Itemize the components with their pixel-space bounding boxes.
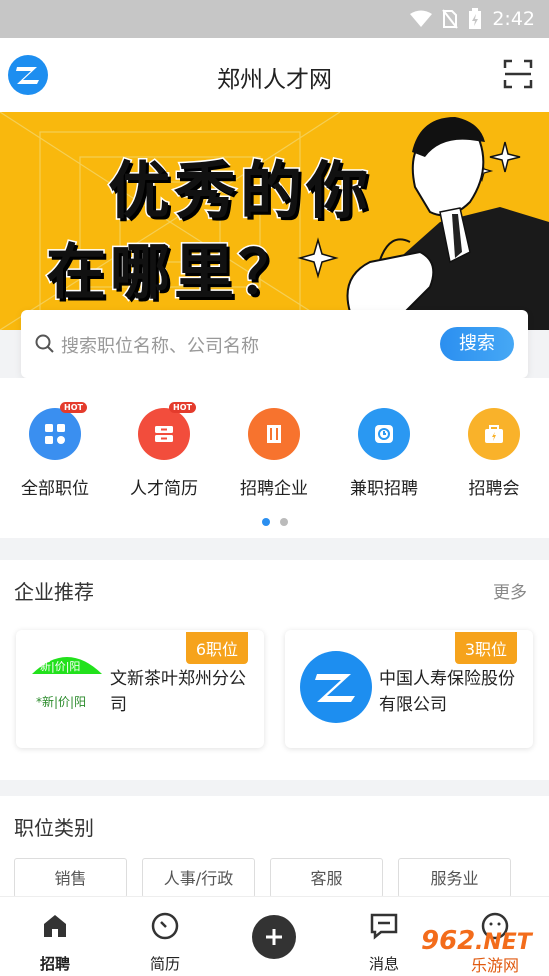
job-count-badge: 6职位 xyxy=(185,632,248,664)
menu-item-parttime[interactable]: 兼职招聘 xyxy=(329,408,439,499)
job-count-badge: 3职位 xyxy=(454,632,517,664)
building-icon xyxy=(248,408,300,460)
banner-headline-2: 在哪里？ xyxy=(45,237,302,310)
clock-icon xyxy=(358,408,410,460)
menu-item-label: 全部职位 xyxy=(21,479,89,499)
svg-text:*新|价|阳: *新|价|阳 xyxy=(36,694,86,709)
banner-headline-1: 优秀的你 xyxy=(106,153,373,229)
status-time: 2:42 xyxy=(492,8,535,30)
page-dot xyxy=(279,518,288,526)
svg-text:新|价|阳: 新|价|阳 xyxy=(40,659,80,673)
watermark-logo: 962 .NET 乐游网 xyxy=(421,926,534,975)
page-indicator xyxy=(0,518,549,526)
scan-icon[interactable] xyxy=(503,59,533,89)
promo-banner[interactable]: 优秀的你 在哪里？ xyxy=(0,112,549,330)
hot-badge: HOT xyxy=(60,402,87,413)
businessman-illustration xyxy=(346,117,549,330)
menu-item-all-jobs[interactable]: HOT 全部职位 xyxy=(0,402,110,499)
status-bar: 2:42 xyxy=(0,0,549,38)
company-section: 企业推荐 更多 新|价|阳 *新|价|阳 文新茶叶郑州分公司 6职位 中国人寿保… xyxy=(0,560,549,780)
add-button[interactable] xyxy=(252,915,296,959)
search-bar[interactable]: 搜索职位名称、公司名称 搜索 xyxy=(21,310,528,378)
more-link[interactable]: 更多 xyxy=(493,578,527,603)
search-icon xyxy=(35,334,54,353)
search-button[interactable]: 搜索 xyxy=(440,327,514,361)
category-tags: 销售 人事/行政 客服 服务业 xyxy=(14,858,511,898)
company-name: 文新茶叶郑州分公司 xyxy=(110,669,246,715)
category-section: 职位类别 销售 人事/行政 客服 服务业 xyxy=(0,796,549,906)
company-name: 中国人寿保险股份有限公司 xyxy=(379,669,515,715)
menu-item-companies[interactable]: 招聘企业 xyxy=(219,408,329,499)
category-tag[interactable]: 销售 xyxy=(14,858,127,898)
company-card[interactable]: 新|价|阳 *新|价|阳 文新茶叶郑州分公司 6职位 xyxy=(16,630,264,748)
tea-company-logo: 新|价|阳 *新|价|阳 xyxy=(32,657,102,709)
menu-item-label: 招聘企业 xyxy=(240,479,308,499)
company-card[interactable]: 中国人寿保险股份有限公司 3职位 xyxy=(285,630,533,748)
menu-item-label: 兼职招聘 xyxy=(350,479,418,499)
wifi-icon xyxy=(410,10,433,27)
company-z-logo xyxy=(300,651,372,723)
page-dot-active xyxy=(261,518,270,526)
section-title: 职位类别 xyxy=(14,816,94,840)
quick-menu: HOT 全部职位 HOT 人才简历 招聘企业 兼职招聘 招聘会 xyxy=(0,378,549,538)
menu-item-label: 人才简历 xyxy=(130,479,198,499)
menu-item-resumes[interactable]: HOT 人才简历 xyxy=(109,402,219,499)
menu-item-job-fair[interactable]: 招聘会 xyxy=(439,408,549,499)
svg-text:962: 962 xyxy=(421,926,475,956)
category-tag[interactable]: 人事/行政 xyxy=(142,858,255,898)
tab-label: 消息 xyxy=(368,955,399,973)
search-input[interactable]: 搜索职位名称、公司名称 xyxy=(61,332,259,358)
hot-badge: HOT xyxy=(169,402,196,413)
tab-messages[interactable]: 消息 xyxy=(349,911,419,974)
clock-outline-icon xyxy=(151,912,179,940)
tab-jobs[interactable]: 招聘 xyxy=(20,911,90,974)
svg-text:.NET: .NET xyxy=(475,930,534,955)
tab-label: 招聘 xyxy=(39,955,70,973)
home-icon xyxy=(44,915,66,937)
category-tag[interactable]: 服务业 xyxy=(398,858,511,898)
no-sim-icon xyxy=(442,9,459,29)
battery-icon xyxy=(469,8,482,29)
category-tag[interactable]: 客服 xyxy=(270,858,383,898)
page-title: 郑州人才网 xyxy=(217,67,332,93)
bag-icon xyxy=(468,408,520,460)
app-header: 郑州人才网 xyxy=(0,38,549,112)
tab-resume[interactable]: 简历 xyxy=(130,911,200,974)
section-title: 企业推荐 xyxy=(14,580,94,604)
menu-item-label: 招聘会 xyxy=(468,479,520,499)
plus-icon xyxy=(266,929,282,945)
message-icon xyxy=(370,913,398,940)
tab-label: 简历 xyxy=(149,955,180,973)
grid-icon: HOT xyxy=(29,402,87,460)
drawer-icon: HOT xyxy=(138,402,196,460)
svg-text:乐游网: 乐游网 xyxy=(471,956,519,975)
